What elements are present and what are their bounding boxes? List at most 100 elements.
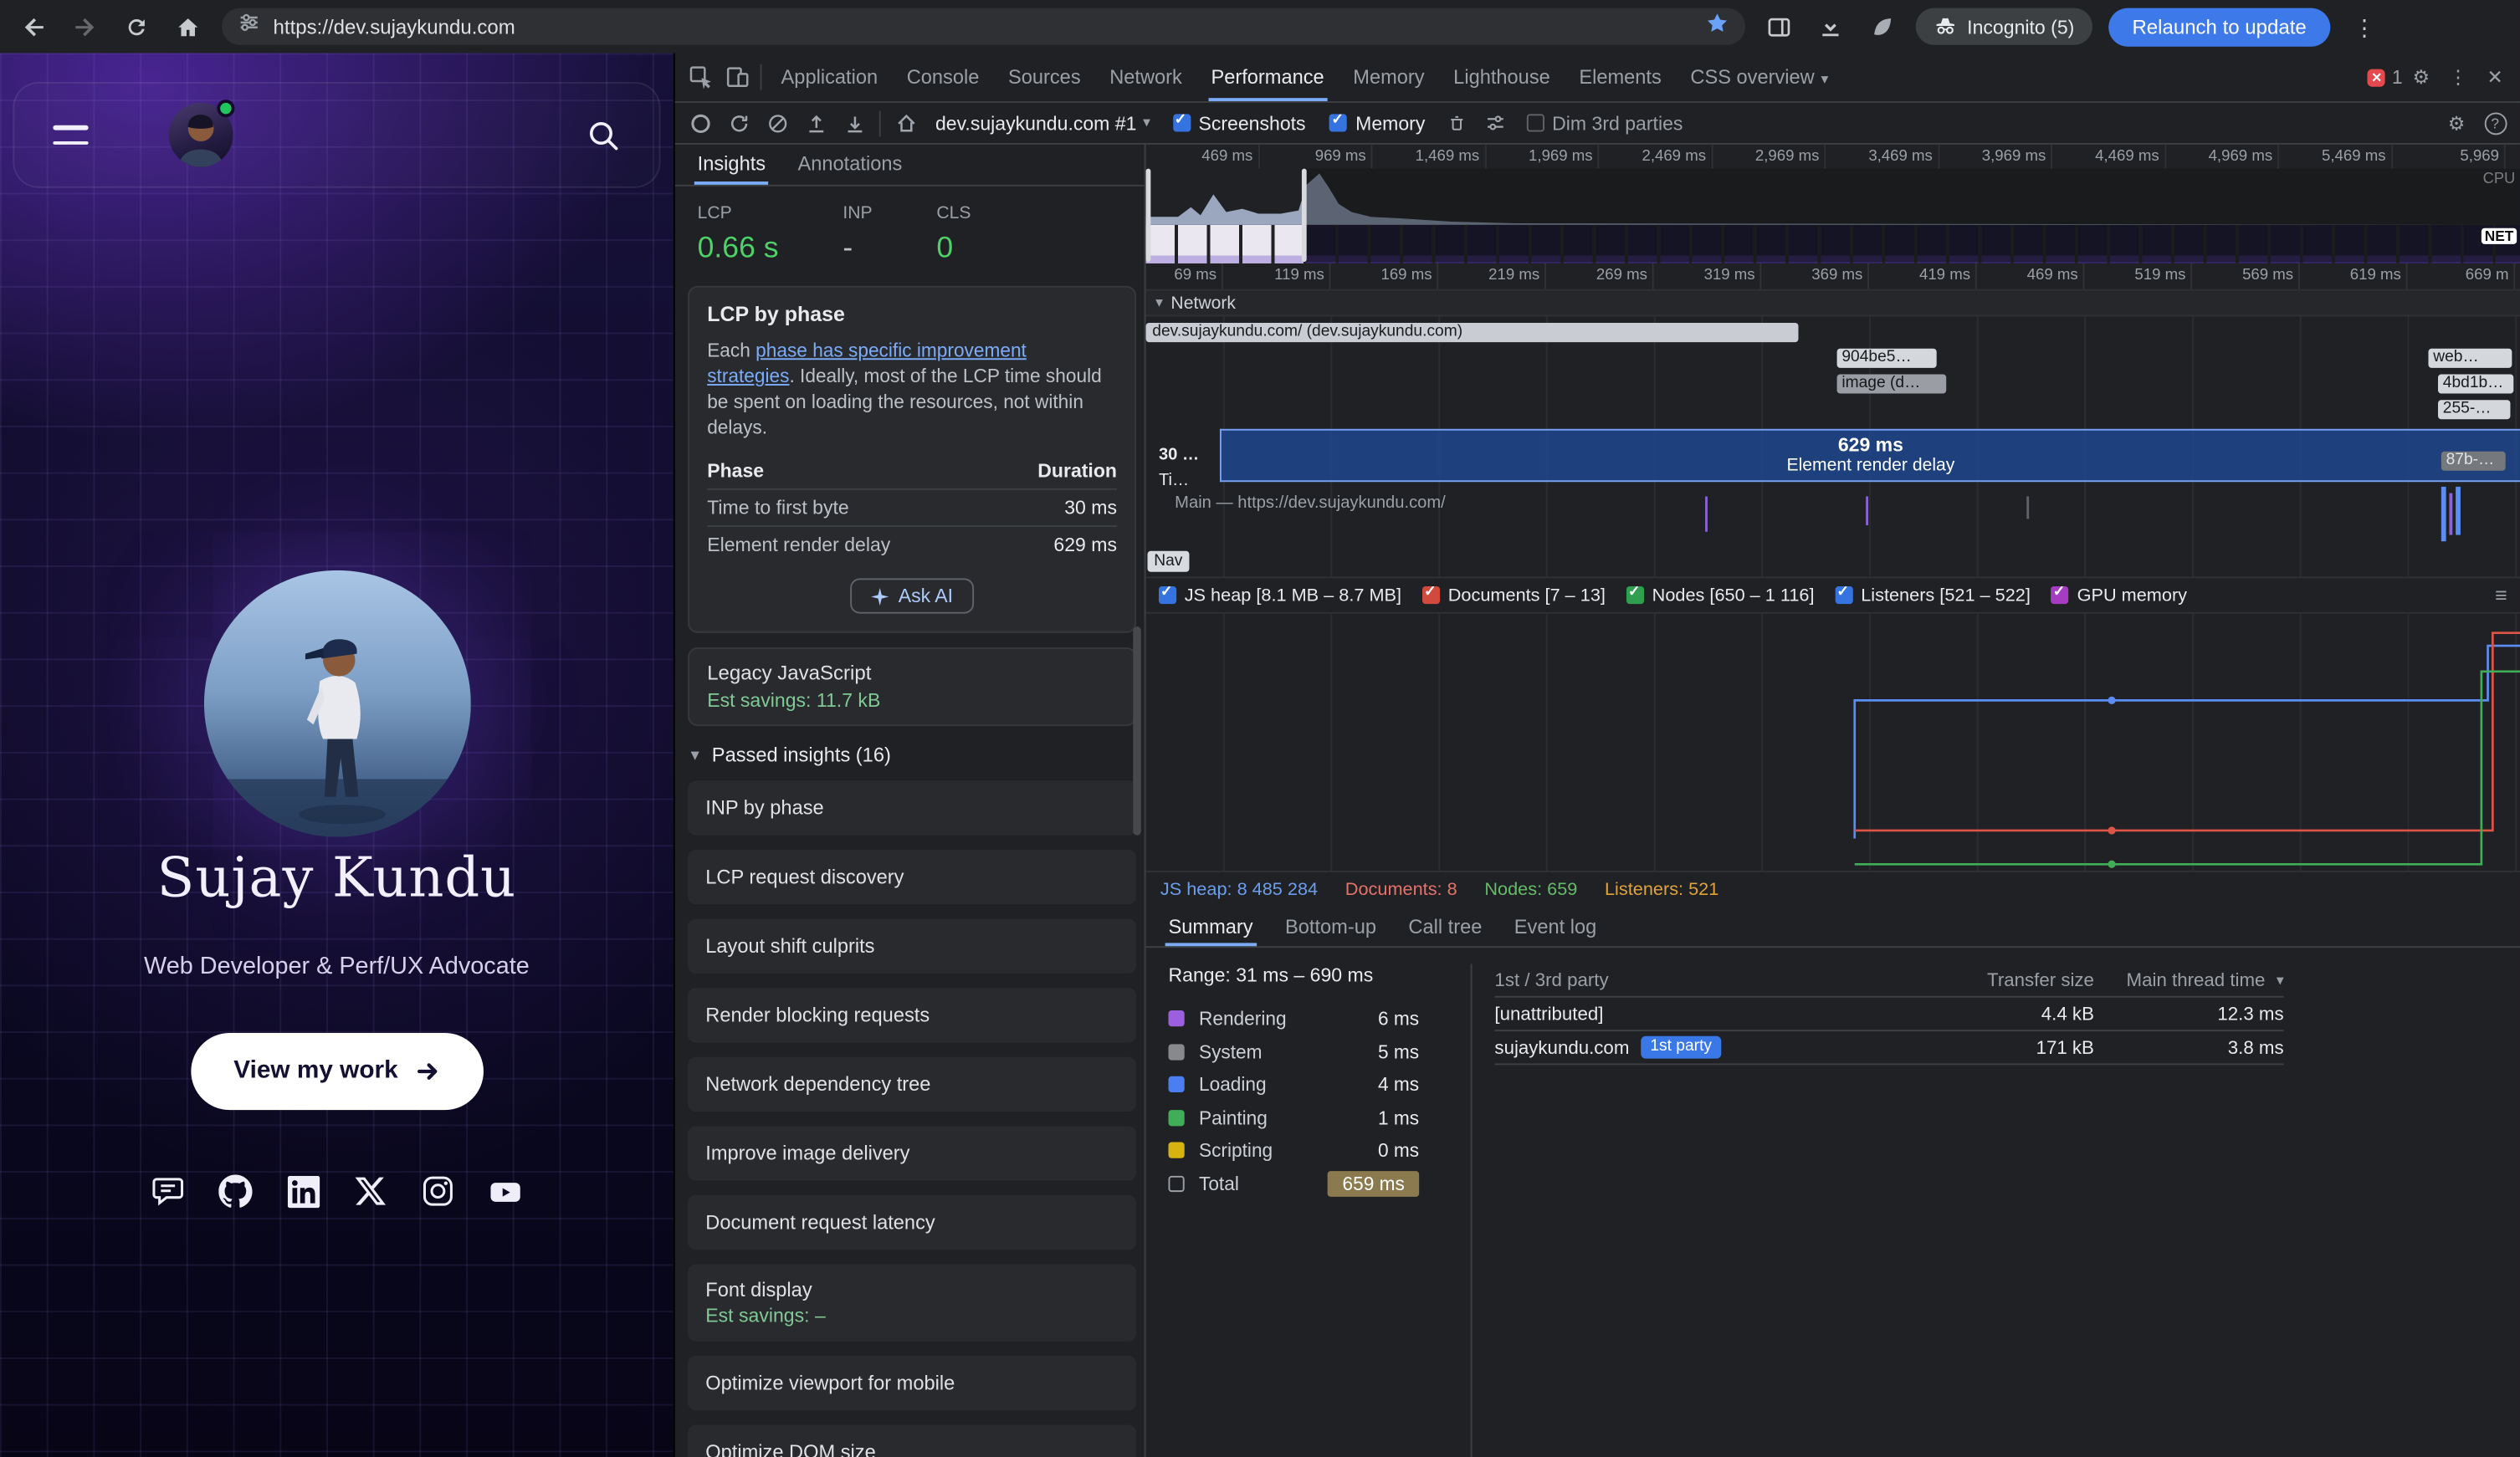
selection-handle-left[interactable] (1146, 169, 1151, 262)
tab-performance[interactable]: Performance (1196, 53, 1339, 101)
cls-metric[interactable]: CLS 0 (936, 204, 971, 265)
tab-bottom-up[interactable]: Bottom-up (1269, 907, 1392, 946)
insight-card[interactable]: Layout shift culprits (688, 919, 1136, 974)
gpu-memory-checkbox[interactable]: GPU memory (2051, 585, 2187, 605)
github-icon[interactable] (218, 1174, 252, 1208)
avatar[interactable] (169, 103, 233, 167)
linkedin-icon[interactable] (286, 1174, 320, 1208)
js-heap-counter: JS heap: 8 485 284 (1160, 880, 1318, 899)
device-toolbar-icon[interactable] (719, 60, 755, 94)
inp-metric[interactable]: INP - (843, 204, 872, 265)
error-counter[interactable]: ✕ 1 (2368, 66, 2403, 89)
devtools-menu-icon[interactable]: ⋮ (2440, 60, 2476, 94)
insight-card[interactable]: Document request latency (688, 1195, 1136, 1250)
dim-third-parties-checkbox[interactable]: Dim 3rd parties (1515, 111, 1694, 134)
devtools-close-icon[interactable]: ✕ (2476, 60, 2513, 94)
network-conditions-icon[interactable] (1477, 106, 1514, 140)
address-bar[interactable]: https://dev.sujaykundu.com (222, 8, 1745, 45)
table-row[interactable]: sujaykundu.com1st party 171 kB 3.8 ms (1494, 1031, 2283, 1065)
bookmark-star-icon[interactable] (1705, 10, 1729, 42)
garbage-collect-icon[interactable] (1438, 106, 1475, 140)
insight-card[interactable]: Optimize DOM size (688, 1425, 1136, 1457)
element-render-delay-overlay[interactable]: 629 ms Element render delay (1220, 429, 2520, 482)
devtools-settings-gear-icon[interactable]: ⚙ (2403, 60, 2440, 94)
refresh-button[interactable] (119, 9, 154, 44)
network-request-chip[interactable]: 904be5… (1837, 349, 1937, 368)
tab-event-log[interactable]: Event log (1498, 907, 1613, 946)
load-profile-icon[interactable] (797, 106, 834, 140)
tab-lighthouse[interactable]: Lighthouse (1439, 53, 1565, 101)
forward-button[interactable] (68, 9, 103, 44)
insight-card[interactable]: Optimize viewport for mobile (688, 1356, 1136, 1410)
site-settings-icon[interactable] (238, 11, 260, 41)
tab-network[interactable]: Network (1095, 53, 1196, 101)
capture-settings-gear-icon[interactable]: ⚙ (2438, 106, 2475, 140)
record-icon[interactable] (681, 106, 718, 140)
insight-card[interactable]: LCP request discovery (688, 850, 1136, 904)
downloads-button[interactable] (1813, 9, 1848, 44)
tab-insights[interactable]: Insights (681, 145, 781, 185)
selection-handle-right[interactable] (1302, 169, 1307, 262)
table-row[interactable]: [unattributed] 4.4 kB 12.3 ms (1494, 998, 2283, 1031)
incognito-badge[interactable]: Incognito (5) (1916, 8, 2092, 45)
network-request-chip[interactable]: image (d… (1837, 374, 1947, 393)
tab-console[interactable]: Console (892, 53, 993, 101)
search-icon[interactable] (585, 117, 620, 152)
lcp-metric[interactable]: LCP 0.66 s (698, 204, 779, 265)
save-profile-icon[interactable] (836, 106, 873, 140)
menu-icon[interactable] (53, 125, 88, 145)
network-request-chip[interactable]: 87b-… (2441, 452, 2506, 471)
tab-call-tree[interactable]: Call tree (1392, 907, 1498, 946)
instagram-icon[interactable] (421, 1174, 454, 1208)
insight-card[interactable]: INP by phase (688, 780, 1136, 835)
tab-application[interactable]: Application (766, 53, 892, 101)
listeners-checkbox[interactable]: Listeners [521 – 522] (1835, 585, 2030, 605)
blog-comment-icon[interactable] (151, 1174, 185, 1208)
tab-elements[interactable]: Elements (1565, 53, 1676, 101)
inspect-element-icon[interactable] (681, 60, 718, 94)
js-heap-checkbox[interactable]: JS heap [8.1 MB – 8.7 MB] (1159, 585, 1401, 605)
timeline-overview[interactable]: CPU NET (1146, 169, 2520, 263)
network-request-chip[interactable]: 4bd1b… (2438, 374, 2513, 393)
live-metrics-home-icon[interactable] (887, 106, 924, 140)
network-request-chip[interactable]: 255-… (2438, 400, 2510, 419)
help-icon[interactable]: ? (2476, 106, 2513, 140)
back-button[interactable] (16, 9, 51, 44)
history-dropdown[interactable]: dev.sujaykundu.com #1▾ (925, 111, 1160, 134)
extension-leaf-icon[interactable] (1864, 9, 1899, 44)
network-track-header[interactable]: ▾ Network (1146, 291, 2520, 317)
insight-card[interactable]: Improve image delivery (688, 1126, 1136, 1180)
screenshots-checkbox[interactable]: Screenshots (1161, 111, 1317, 134)
youtube-icon[interactable] (489, 1174, 522, 1208)
x-twitter-icon[interactable] (354, 1174, 387, 1208)
insight-card[interactable]: Render blocking requests (688, 988, 1136, 1042)
nodes-checkbox[interactable]: Nodes [650 – 1 116] (1626, 585, 1815, 605)
passed-insights-header[interactable]: ▼ Passed insights (16) (688, 744, 1131, 766)
documents-checkbox[interactable]: Documents [7 – 13] (1422, 585, 1606, 605)
table-header[interactable]: 1st / 3rd party Transfer size Main threa… (1494, 964, 2283, 997)
legacy-javascript-card[interactable]: Legacy JavaScript Est savings: 11.7 kB (688, 647, 1136, 726)
tab-memory[interactable]: Memory (1339, 53, 1439, 101)
relaunch-update-button[interactable]: Relaunch to update (2108, 8, 2331, 46)
insight-card[interactable]: Network dependency tree (688, 1057, 1136, 1112)
ask-ai-button[interactable]: Ask AI (850, 578, 974, 613)
tab-css-overview[interactable]: CSS overview▾ (1676, 52, 1842, 102)
tab-annotations[interactable]: Annotations (781, 145, 918, 185)
tab-summary[interactable]: Summary (1152, 907, 1269, 946)
lcp-by-phase-card[interactable]: LCP by phase Each phase has specific imp… (688, 286, 1136, 633)
view-work-button[interactable]: View my work (190, 1033, 483, 1110)
tab-sources[interactable]: Sources (994, 53, 1095, 101)
home-button[interactable] (171, 9, 206, 44)
memory-menu-icon[interactable]: ≡ (2495, 583, 2507, 607)
checkbox-checked-icon (2051, 586, 2069, 604)
clear-icon[interactable] (759, 106, 796, 140)
table-row: Time to first byte30 ms (707, 488, 1117, 525)
insight-card-font-display[interactable]: Font display Est savings: – (688, 1265, 1136, 1342)
browser-menu-icon[interactable]: ⋮ (2347, 9, 2382, 44)
network-request-bar[interactable]: dev.sujaykundu.com/ (dev.sujaykundu.com) (1146, 323, 1799, 342)
memory-checkbox[interactable]: Memory (1319, 111, 1437, 134)
record-reload-icon[interactable] (720, 106, 757, 140)
side-panel-button[interactable] (1761, 9, 1796, 44)
loading-swatch (1168, 1076, 1184, 1092)
network-request-chip[interactable]: web… (2428, 349, 2512, 368)
